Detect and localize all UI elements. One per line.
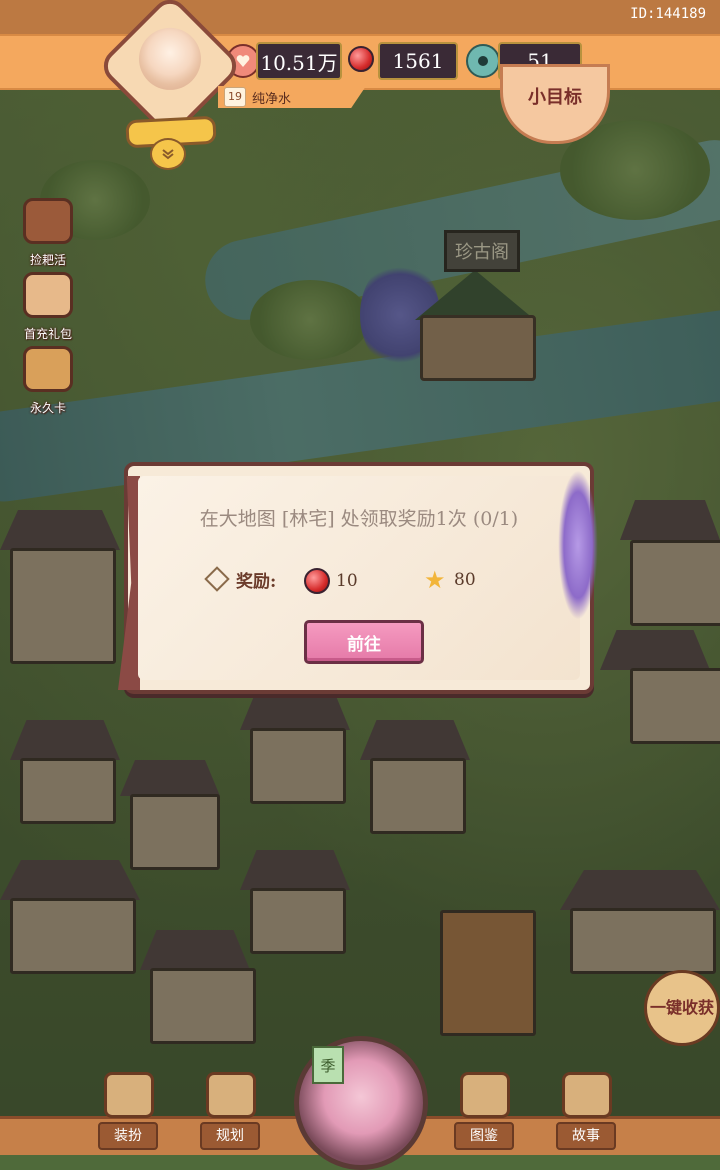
currency-gems[interactable]: 1561 <box>378 42 458 80</box>
collect-all-button[interactable]: 一键收获 <box>644 970 720 1046</box>
task-dialog: 在大地图 [林宅] 处领取奖励1次 (0/1) 奖励: 10 ★ 80 前往 <box>118 462 594 694</box>
player-level: 19 <box>224 87 246 107</box>
reward-gem: 10 <box>304 568 358 594</box>
jade-coin-icon <box>466 44 500 78</box>
star-icon: ★ <box>424 566 446 594</box>
player-level-tag: 19 纯净水 <box>218 86 366 108</box>
reward-row: 奖励: <box>204 566 277 592</box>
red-gem-icon <box>304 568 330 594</box>
nav-album[interactable]: 图鉴 <box>454 1122 514 1150</box>
story-icon[interactable] <box>562 1072 612 1118</box>
red-gem-icon <box>346 44 376 74</box>
season-tag: 季 <box>312 1046 344 1084</box>
reward-label: 奖励: <box>236 571 277 592</box>
basket-icon <box>23 198 73 244</box>
sidebar-item-label: 首充礼包 <box>23 327 72 341</box>
nav-story[interactable]: 故事 <box>556 1122 616 1150</box>
sidebar-item-permanent-card[interactable]: 永久卡 <box>16 346 80 416</box>
reward-star-amount: 80 <box>454 570 476 590</box>
chevron-down-icon[interactable] <box>150 138 186 170</box>
task-description: 在大地图 [林宅] 处领取奖励1次 (0/1) <box>199 508 519 530</box>
album-icon[interactable] <box>460 1072 510 1118</box>
plan-icon[interactable] <box>206 1072 256 1118</box>
user-id: ID:144189 <box>630 6 706 22</box>
dress-up-icon[interactable] <box>104 1072 154 1118</box>
currency-coins[interactable]: 10.51万 <box>256 42 342 80</box>
player-name: 纯净水 <box>252 91 292 107</box>
sidebar-item-label: 永久卡 <box>29 401 66 415</box>
diamond-bullet-icon <box>204 566 230 592</box>
top-strip <box>0 0 720 34</box>
gift-fox-icon <box>23 272 73 318</box>
nav-plan[interactable]: 规划 <box>200 1122 260 1150</box>
avatar-face <box>139 27 201 90</box>
reward-gem-amount: 10 <box>336 571 358 591</box>
reward-star: ★ 80 <box>424 568 476 592</box>
sidebar-item-chores[interactable]: 捡耙活 <box>16 198 80 268</box>
sidebar-item-label: 捡耙活 <box>29 253 66 267</box>
small-goal-label: 小目标 <box>528 87 582 108</box>
sidebar-item-first-recharge[interactable]: 首充礼包 <box>16 272 80 342</box>
go-button[interactable]: 前往 <box>304 620 424 664</box>
nav-dress-up[interactable]: 装扮 <box>98 1122 158 1150</box>
card-icon <box>23 346 73 392</box>
wisteria-decoration <box>558 470 598 620</box>
